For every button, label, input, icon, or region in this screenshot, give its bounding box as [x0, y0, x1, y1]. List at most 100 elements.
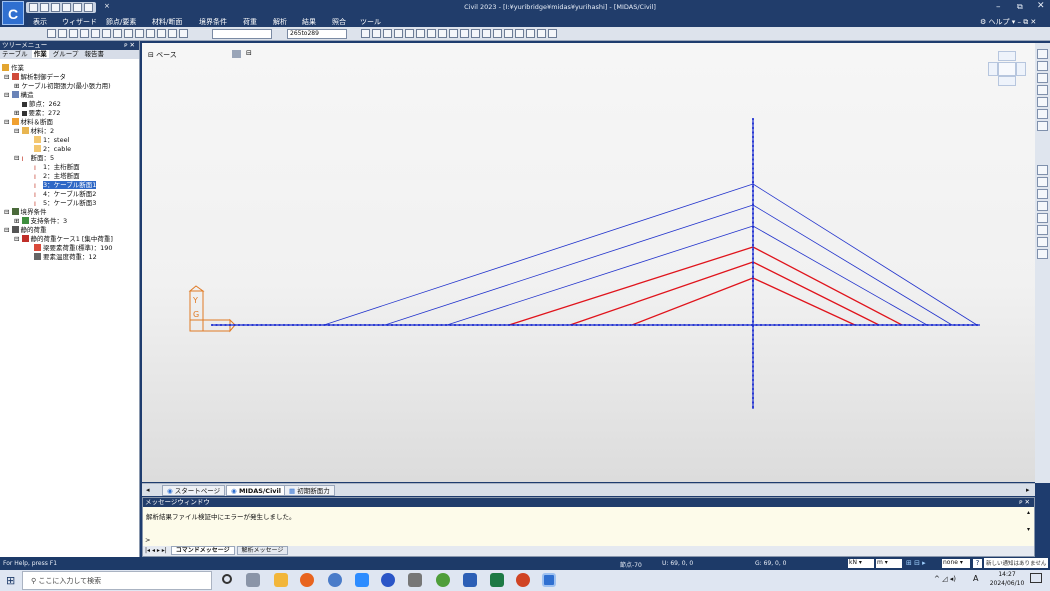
- taskbar-search-box[interactable]: ⚲ ここに入力して検索: [22, 571, 212, 590]
- node[interactable]: [926, 324, 929, 326]
- help-icon[interactable]: ?: [973, 559, 982, 568]
- node[interactable]: [346, 324, 348, 326]
- node[interactable]: [782, 324, 785, 326]
- node[interactable]: [409, 324, 411, 326]
- node[interactable]: [881, 324, 884, 326]
- node[interactable]: [752, 379, 754, 381]
- shade-icon[interactable]: [1037, 189, 1048, 199]
- node[interactable]: [752, 248, 754, 251]
- node[interactable]: [494, 324, 497, 326]
- node[interactable]: [752, 302, 754, 305]
- node[interactable]: [752, 149, 754, 152]
- tree-item[interactable]: ⊟ 材料＆断面: [4, 118, 53, 126]
- node[interactable]: [440, 324, 443, 326]
- tool-icon[interactable]: [80, 29, 89, 38]
- new-file-icon[interactable]: [29, 3, 38, 12]
- scroll-down-icon[interactable]: ▾: [1027, 526, 1030, 533]
- node[interactable]: [752, 271, 754, 273]
- node[interactable]: [256, 324, 258, 326]
- powerpoint-icon[interactable]: [516, 573, 530, 587]
- node[interactable]: [752, 370, 754, 372]
- pan-icon[interactable]: [1037, 97, 1048, 107]
- copy-icon[interactable]: [84, 3, 93, 12]
- tool-icon[interactable]: [438, 29, 447, 38]
- node[interactable]: [752, 163, 754, 165]
- tree-item-selected[interactable]: I 3：ケーブル断面1: [34, 181, 97, 190]
- node[interactable]: [350, 324, 353, 326]
- node[interactable]: [733, 324, 735, 326]
- node[interactable]: [395, 324, 398, 326]
- tree-item[interactable]: I 5：ケーブル断面3: [34, 199, 96, 208]
- node[interactable]: [818, 324, 821, 326]
- node[interactable]: [836, 324, 839, 326]
- element-range-field[interactable]: 265to289: [287, 29, 347, 39]
- tab-scroll-right-icon[interactable]: ▸: [1026, 486, 1030, 494]
- node[interactable]: [571, 324, 573, 326]
- node[interactable]: [526, 324, 528, 326]
- firefox-icon[interactable]: [300, 573, 314, 587]
- node[interactable]: [220, 324, 222, 326]
- node[interactable]: [752, 338, 754, 341]
- node[interactable]: [557, 324, 560, 326]
- menu-boundary[interactable]: 境界条件: [199, 17, 227, 27]
- node[interactable]: [859, 324, 861, 326]
- node[interactable]: [355, 324, 357, 326]
- node[interactable]: [967, 324, 969, 326]
- length-unit-select[interactable]: m ▾: [876, 559, 902, 568]
- node[interactable]: [548, 324, 551, 326]
- menu-results[interactable]: 結果: [302, 17, 316, 27]
- tool-icon[interactable]: [449, 29, 458, 38]
- node[interactable]: [490, 324, 492, 326]
- view-icon[interactable]: [1037, 121, 1048, 131]
- node[interactable]: [521, 324, 524, 326]
- node[interactable]: [652, 324, 654, 326]
- node[interactable]: [697, 324, 699, 326]
- clock-date[interactable]: 2024/06/10: [986, 580, 1028, 587]
- node[interactable]: [752, 244, 754, 246]
- node[interactable]: [841, 324, 843, 326]
- node[interactable]: [832, 324, 834, 326]
- menu-material-section[interactable]: 材料/断面: [152, 17, 182, 27]
- display-icon[interactable]: [1037, 165, 1048, 175]
- node[interactable]: [665, 324, 668, 326]
- scroll-up-icon[interactable]: ▴: [1027, 509, 1030, 516]
- node[interactable]: [580, 324, 582, 326]
- selection-field[interactable]: [212, 29, 272, 39]
- node[interactable]: [868, 324, 870, 326]
- menu-analysis[interactable]: 解析: [273, 17, 287, 27]
- node[interactable]: [752, 334, 754, 336]
- node[interactable]: [647, 324, 650, 326]
- node[interactable]: [886, 324, 888, 326]
- node[interactable]: [908, 324, 911, 326]
- node[interactable]: [449, 324, 452, 326]
- node[interactable]: [274, 324, 276, 326]
- node[interactable]: [661, 324, 663, 326]
- node[interactable]: [971, 324, 974, 326]
- node[interactable]: [598, 324, 600, 326]
- node[interactable]: [269, 324, 272, 326]
- task-view-icon[interactable]: [246, 573, 260, 587]
- tree-item[interactable]: ⊟ 解析制御データ: [4, 73, 66, 81]
- tool-icon[interactable]: [383, 29, 392, 38]
- node[interactable]: [616, 324, 618, 326]
- tool-icon[interactable]: [416, 29, 425, 38]
- node[interactable]: [710, 324, 713, 326]
- node[interactable]: [485, 324, 488, 326]
- node[interactable]: [890, 324, 893, 326]
- tree-item[interactable]: 節点：262: [22, 100, 61, 108]
- node[interactable]: [481, 324, 483, 326]
- node[interactable]: [752, 122, 754, 125]
- node[interactable]: [620, 324, 623, 326]
- tree-item[interactable]: I 2：主塔断面: [34, 172, 80, 181]
- node[interactable]: [752, 136, 754, 138]
- node[interactable]: [319, 324, 321, 326]
- tool-icon[interactable]: [146, 29, 155, 38]
- node[interactable]: [575, 324, 578, 326]
- node[interactable]: [953, 324, 956, 326]
- tool-icon[interactable]: [515, 29, 524, 38]
- node[interactable]: [530, 324, 533, 326]
- node[interactable]: [773, 324, 776, 326]
- node[interactable]: [752, 253, 754, 255]
- tray-icons[interactable]: ^ ◿ ◂): [934, 575, 956, 583]
- minimize-icon[interactable]: –: [996, 2, 1001, 12]
